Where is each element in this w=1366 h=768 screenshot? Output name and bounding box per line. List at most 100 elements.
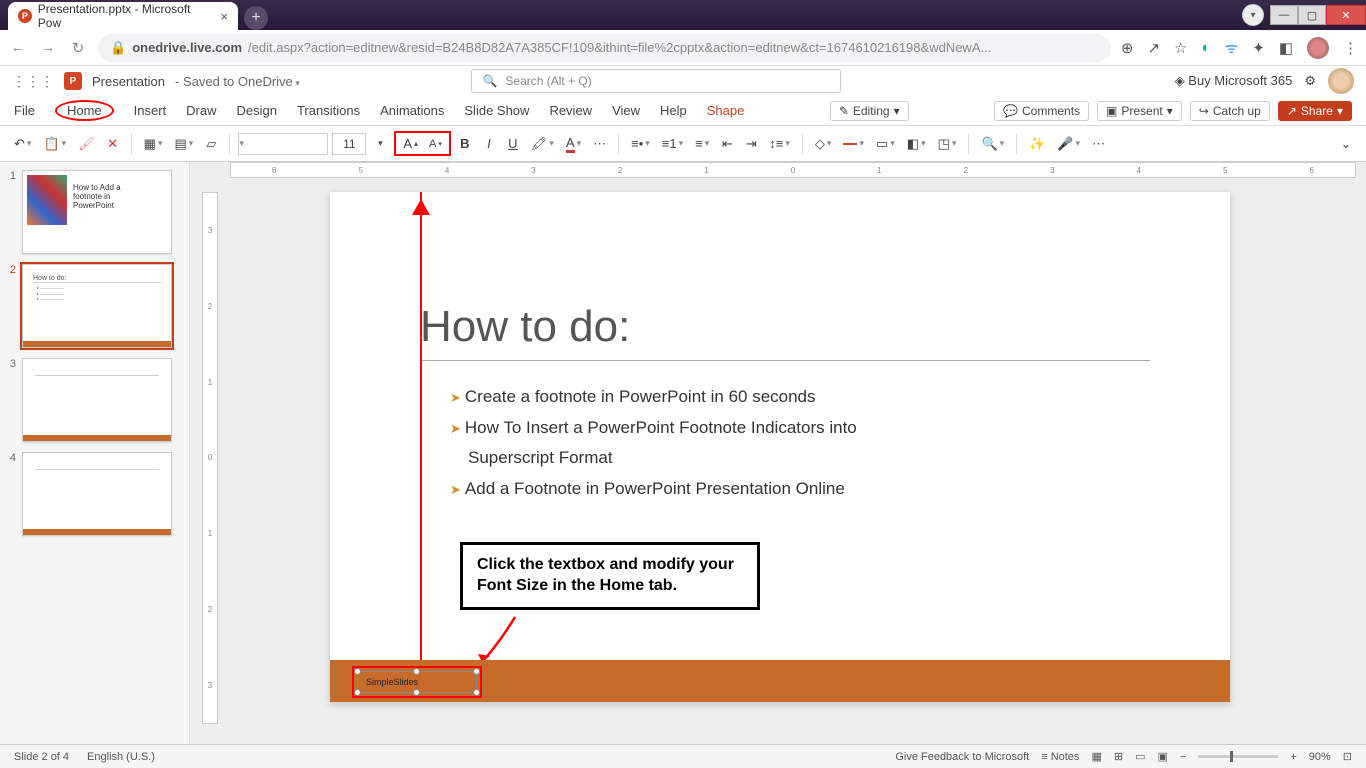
new-tab-button[interactable]: + — [244, 6, 268, 30]
editing-mode-button[interactable]: ✎ Editing ▾ — [830, 101, 909, 121]
window-minimize[interactable]: — — [1270, 5, 1298, 25]
slide-thumb-1[interactable]: How to Add afootnote inPowerPoint — [22, 170, 172, 254]
tab-shape[interactable]: Shape — [707, 101, 745, 120]
italic-button[interactable]: I — [479, 134, 499, 153]
view-slideshow-icon[interactable]: ▣ — [1157, 750, 1167, 763]
window-maximize[interactable]: ▢ — [1298, 5, 1326, 25]
toolbar-overflow-icon[interactable]: ⋯ — [1088, 134, 1109, 154]
tab-animations[interactable]: Animations — [380, 101, 444, 120]
line-spacing-button[interactable]: ↕≡ — [765, 134, 794, 153]
quick-styles-button[interactable]: ◳ — [934, 134, 961, 154]
numbering-button[interactable]: ≡1 — [658, 134, 687, 153]
find-button[interactable]: 🔍 — [977, 134, 1008, 154]
fit-to-window-icon[interactable]: ⊡ — [1343, 750, 1352, 763]
slide-thumb-3[interactable] — [22, 358, 172, 442]
ext-icon-1[interactable]: ◐ — [1201, 39, 1210, 56]
share-url-icon[interactable]: ↗ — [1147, 39, 1160, 57]
slide-thumb-4[interactable] — [22, 452, 172, 536]
nav-back-icon[interactable]: ← — [8, 39, 28, 56]
delete-icon[interactable]: ✕ — [103, 134, 123, 154]
window-close[interactable]: ✕ — [1326, 5, 1366, 25]
bullets-button[interactable]: ≡• — [627, 134, 654, 153]
comments-button[interactable]: 💬 Comments — [994, 101, 1089, 121]
tab-view[interactable]: View — [612, 101, 640, 120]
search-box[interactable]: 🔍 Search (Alt + Q) — [471, 69, 841, 93]
tab-file[interactable]: File — [14, 101, 35, 120]
layout-button[interactable]: ▤ — [171, 134, 198, 154]
bookmark-icon[interactable]: ☆ — [1174, 39, 1187, 57]
browser-menu-icon[interactable]: ⋮ — [1343, 39, 1358, 57]
user-avatar[interactable] — [1328, 68, 1354, 94]
settings-gear-icon[interactable]: ⚙ — [1304, 73, 1316, 89]
browser-avatar[interactable] — [1307, 37, 1329, 59]
tab-insert[interactable]: Insert — [134, 101, 167, 120]
language-label[interactable]: English (U.S.) — [87, 751, 155, 763]
tab-design[interactable]: Design — [237, 101, 277, 120]
grow-font-button[interactable]: A▴ — [399, 134, 422, 153]
extensions-icon[interactable]: ✦ — [1252, 39, 1265, 57]
footnote-text[interactable]: SimpleSlides — [356, 677, 418, 687]
undo-button[interactable]: ↶ — [10, 134, 35, 154]
zoom-in-icon[interactable]: + — [1290, 751, 1296, 763]
chrome-account-icon[interactable]: ▾ — [1242, 4, 1264, 26]
sidepanel-icon[interactable]: ◧ — [1279, 39, 1293, 57]
font-size-dropdown[interactable]: ▾ — [370, 136, 390, 151]
dictate-button[interactable]: 🎤 — [1053, 134, 1084, 154]
format-painter-icon[interactable]: 🖌 — [74, 134, 99, 154]
arrange-button[interactable]: ◧ — [903, 134, 930, 154]
slide-editor[interactable]: How to do: ➤Create a footnote in PowerPo… — [330, 192, 1230, 702]
align-button[interactable]: ≡ — [691, 134, 713, 153]
feedback-link[interactable]: Give Feedback to Microsoft — [895, 751, 1029, 763]
zoom-slider[interactable] — [1198, 755, 1278, 758]
nav-reload-icon[interactable]: ↻ — [68, 39, 88, 57]
reset-button[interactable]: ▱ — [201, 134, 221, 154]
paste-button[interactable]: 📋 — [39, 134, 70, 154]
slide-title-text[interactable]: How to do: — [420, 302, 1150, 361]
slide-canvas-area[interactable]: 6543210123456 3210123 How to do: ➤Create… — [190, 162, 1366, 744]
slide-body-text[interactable]: ➤Create a footnote in PowerPoint in 60 s… — [450, 382, 857, 504]
tab-transitions[interactable]: Transitions — [297, 101, 360, 120]
font-size-input[interactable]: 11 — [332, 133, 366, 155]
catchup-button[interactable]: ↪ Catch up — [1190, 101, 1270, 121]
app-launcher-icon[interactable]: ⋮⋮⋮ — [12, 73, 54, 90]
tab-help[interactable]: Help — [660, 101, 687, 120]
present-button[interactable]: ▣ Present ▾ — [1097, 101, 1182, 121]
tab-home[interactable]: Home — [55, 100, 114, 121]
buy-m365-link[interactable]: Buy Microsoft 365 — [1175, 73, 1293, 89]
designer-icon[interactable]: ✨ — [1025, 134, 1049, 154]
font-color-button[interactable]: A — [562, 133, 585, 155]
tab-close-icon[interactable]: × — [220, 9, 228, 24]
tab-slideshow[interactable]: Slide Show — [464, 101, 529, 120]
view-normal-icon[interactable]: ▦ — [1091, 750, 1101, 763]
view-reading-icon[interactable]: ▭ — [1135, 750, 1145, 763]
underline-button[interactable]: U — [503, 134, 523, 153]
slide-thumbnail-panel[interactable]: 1 How to Add afootnote inPowerPoint 2 Ho… — [0, 162, 190, 744]
font-family-select[interactable] — [238, 133, 328, 155]
share-button[interactable]: ↗ Share ▾ — [1278, 101, 1352, 121]
shape-outline-button[interactable]: ▭ — [872, 134, 899, 154]
cast-icon[interactable]: ᯤ — [1225, 38, 1239, 58]
notes-toggle[interactable]: ≡ Notes — [1041, 751, 1079, 763]
more-font-icon[interactable]: ⋯ — [589, 134, 610, 154]
tab-draw[interactable]: Draw — [186, 101, 216, 120]
slide-thumb-2[interactable]: How to do: ▸ ——————▸ ——————▸ —————— — [22, 264, 172, 348]
shrink-font-button[interactable]: A▾ — [425, 134, 446, 153]
indent-increase-icon[interactable]: ⇥ — [741, 134, 761, 154]
browser-tab-active[interactable]: P Presentation.pptx - Microsoft Pow × — [8, 2, 238, 30]
slide-count-label[interactable]: Slide 2 of 4 — [14, 751, 69, 763]
view-sorter-icon[interactable]: ⊞ — [1114, 750, 1123, 763]
new-slide-button[interactable]: ▦ — [140, 134, 167, 154]
nav-forward-icon[interactable]: → — [38, 39, 58, 56]
shapes-button[interactable]: ◇ — [811, 134, 836, 154]
url-field[interactable]: 🔒 onedrive.live.com /edit.aspx?action=ed… — [98, 34, 1111, 62]
save-status[interactable]: - Saved to OneDrive — [175, 74, 300, 89]
tab-review[interactable]: Review — [549, 101, 592, 120]
zoom-level[interactable]: 90% — [1309, 751, 1331, 763]
highlight-button[interactable]: 🖍 — [527, 134, 558, 154]
zoom-icon[interactable]: ⊕ — [1121, 39, 1134, 57]
zoom-out-icon[interactable]: − — [1180, 751, 1186, 763]
bold-button[interactable]: B — [455, 134, 475, 153]
footnote-textbox-selected[interactable]: SimpleSlides — [352, 666, 482, 698]
doc-name[interactable]: Presentation — [92, 74, 165, 89]
ribbon-collapse-icon[interactable]: ⌄ — [1336, 134, 1356, 154]
